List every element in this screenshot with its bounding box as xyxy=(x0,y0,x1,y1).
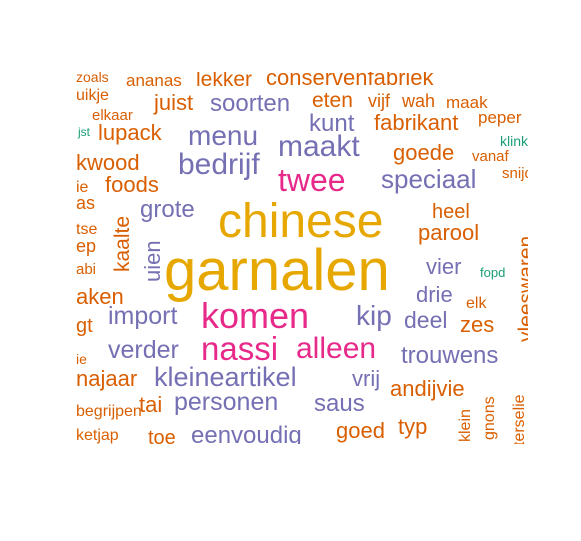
word-twee: twee xyxy=(278,162,346,198)
word-cloud: garnalen chinese komen twee nassi alleen bedri… xyxy=(76,72,528,444)
word-drie: drie xyxy=(416,282,453,307)
word-goede: goede xyxy=(393,140,455,165)
word-fopd: fopd xyxy=(480,265,506,280)
word-eten: eten xyxy=(312,89,353,112)
word-ep: ep xyxy=(76,236,97,256)
word-kip: kip xyxy=(356,300,392,331)
word-vier: vier xyxy=(426,254,462,279)
word-ketjap: ketjap xyxy=(76,427,119,444)
word-begrijpen: begrijpen xyxy=(76,403,142,420)
word-grote: grote xyxy=(140,196,195,223)
word-gt: gt xyxy=(76,315,93,337)
word-fabrikant: fabrikant xyxy=(374,110,459,135)
word-ananas: ananas xyxy=(126,72,182,90)
word-elk: elk xyxy=(466,295,487,312)
word-saus: saus xyxy=(314,390,365,417)
word-trouwens: trouwens xyxy=(401,342,499,369)
word-wah: wah xyxy=(402,91,436,111)
word-uikje: uikje xyxy=(76,87,109,104)
word-lekker: lekker xyxy=(196,72,253,91)
word-klinkt: klinkt xyxy=(500,133,528,149)
word-foods: foods xyxy=(105,172,159,197)
word-lupack: lupack xyxy=(98,120,162,145)
word-typ: typ xyxy=(398,414,428,439)
word-garnalen: garnalen xyxy=(164,238,390,303)
word-soorten: soorten xyxy=(210,90,291,117)
word-vrij: vrij xyxy=(352,366,381,391)
word-komen: komen xyxy=(201,295,310,336)
word-chinese: chinese xyxy=(218,195,384,248)
word-uien: uien xyxy=(140,240,165,282)
word-zoals: zoals xyxy=(76,72,109,85)
word-heel: heel xyxy=(432,201,470,223)
word-aken: aken xyxy=(76,284,124,309)
word-ie: ie xyxy=(76,351,87,367)
word-najaar: najaar xyxy=(76,366,138,391)
word-jst: jst xyxy=(78,125,90,139)
word-snijd: snijd xyxy=(502,165,528,182)
word-kleineartikel: kleineartikel xyxy=(154,362,297,392)
word-personen: personen xyxy=(174,388,279,416)
word-peper: peper xyxy=(478,108,522,127)
word-alleen: alleen xyxy=(296,332,377,365)
word-parool: parool xyxy=(418,220,480,245)
word-zes: zes xyxy=(460,312,495,337)
word-goed: goed xyxy=(336,418,385,443)
word-kunt: kunt xyxy=(309,110,355,137)
word-elkaar: elkaar xyxy=(92,107,133,124)
word-vleeswaren: vleeswaren xyxy=(515,235,528,342)
word-andijvie: andijvie xyxy=(390,376,465,401)
word-vanaf: vanaf xyxy=(472,148,509,165)
word-toe: toe xyxy=(148,427,176,444)
word-tai: tai xyxy=(139,392,163,417)
word-as: as xyxy=(76,193,96,213)
word-bedrijf: bedrijf xyxy=(178,148,260,181)
word-eenvoudig: eenvoudig xyxy=(191,422,302,445)
word-kwood: kwood xyxy=(76,150,140,175)
word-vijf: vijf xyxy=(368,91,390,111)
word-terselie: terselie xyxy=(511,394,528,444)
word-gnons: gnons xyxy=(481,396,498,440)
word-speciaal: speciaal xyxy=(381,164,477,194)
word-deel: deel xyxy=(404,307,448,333)
word-verder: verder xyxy=(108,336,179,364)
word-nassi: nassi xyxy=(201,330,279,367)
word-kaalte: kaalte xyxy=(111,215,134,272)
word-conservenfabriek: conservenfabriek xyxy=(266,72,434,90)
word-klein: klein xyxy=(457,409,474,442)
word-menu: menu xyxy=(188,120,259,151)
word-juist: juist xyxy=(154,90,194,115)
word-abi: abi xyxy=(76,261,97,278)
